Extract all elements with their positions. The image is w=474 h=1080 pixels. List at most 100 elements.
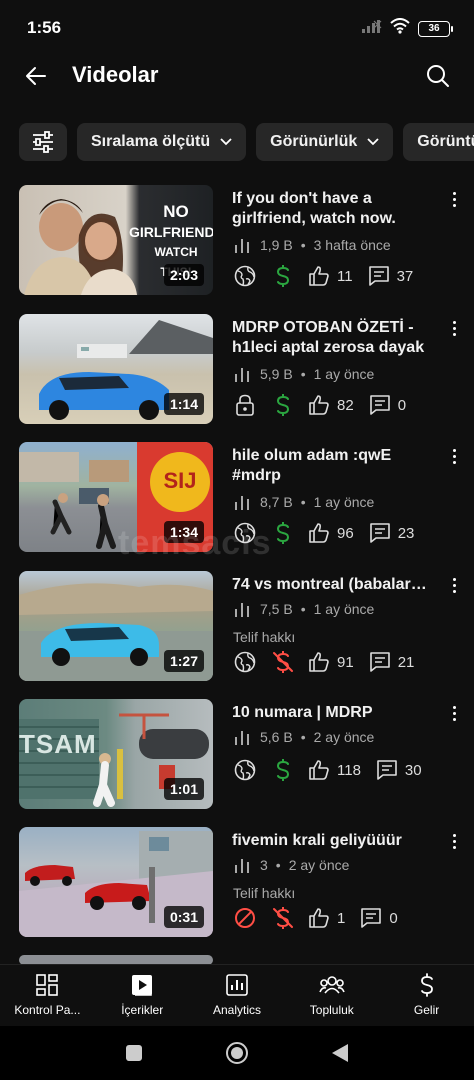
views-chip[interactable]: Görüntü <box>403 123 474 161</box>
more-options-button[interactable] <box>448 318 460 338</box>
video-stats: 5,6 B • 2 ay önce <box>234 729 374 745</box>
thumbnail-text: NO <box>163 202 189 221</box>
video-actions: 91 21 <box>233 650 428 674</box>
nav-label: İçerikler <box>121 1003 164 1017</box>
comments-icon <box>375 758 399 782</box>
more-options-button[interactable] <box>448 189 460 209</box>
video-thumbnail[interactable]: 1:14 <box>19 314 213 424</box>
monetization-on-icon <box>271 758 295 782</box>
filter-bar: Sıralama ölçütü Görünürlük Görüntü <box>19 123 474 161</box>
video-views: 5,6 B <box>260 729 293 745</box>
video-views: 3 <box>260 857 268 873</box>
nav-label: Gelir <box>413 1003 440 1017</box>
video-thumbnail[interactable]: 0:31 <box>19 827 213 937</box>
signal-icon <box>362 19 382 38</box>
monetization-off-icon <box>271 650 295 674</box>
video-duration: 1:01 <box>163 778 204 800</box>
nav-dashboard[interactable]: Kontrol Pa... <box>0 965 95 1026</box>
battery-icon: 36 <box>418 20 453 37</box>
video-comments: 0 <box>397 396 407 414</box>
video-title[interactable]: hile olum adam :qwE #mdrp <box>232 446 432 486</box>
video-views: 8,7 B <box>260 494 293 510</box>
video-views: 7,5 B <box>260 601 293 617</box>
nav-content[interactable]: İçerikler <box>95 965 190 1026</box>
video-title[interactable]: MDRP OTOBAN ÖZETİ - h1leci aptal zerosa … <box>232 318 432 358</box>
video-row[interactable]: TSAM 1:01 10 numara | MDRP 5,6 B • 2 ay ön… <box>0 699 474 809</box>
wifi-icon <box>390 18 410 39</box>
more-options-button[interactable] <box>448 831 460 851</box>
video-comments: 37 <box>396 267 414 285</box>
video-title[interactable]: 74 vs montreal (babalardan <box>232 575 432 595</box>
video-thumbnail[interactable]: NO GIRLFRIEND? WATCH THIS! 2:03 <box>19 185 213 295</box>
video-duration: 1:27 <box>163 650 204 672</box>
video-row[interactable]: 0:31 fivemin krali geliyüüür 3 • 2 ay önce… <box>0 827 474 937</box>
video-thumbnail[interactable]: 1:27 <box>19 571 213 681</box>
video-row[interactable]: 1:14 MDRP OTOBAN ÖZETİ - h1leci aptal ze… <box>0 314 474 424</box>
back-button[interactable] <box>20 60 52 92</box>
video-likes: 82 <box>337 396 354 414</box>
sliders-icon <box>33 131 53 153</box>
video-thumbnail[interactable]: TSAM 1:01 <box>19 699 213 809</box>
video-duration: 1:14 <box>163 393 204 415</box>
video-stats: 8,7 B • 1 ay önce <box>234 494 374 510</box>
back-arrow-icon <box>26 67 46 85</box>
video-title[interactable]: fivemin krali geliyüüür <box>232 831 432 851</box>
thumbs-up-icon <box>307 521 331 545</box>
community-icon <box>319 976 345 994</box>
video-title[interactable]: If you don't have a girlfriend, watch no… <box>232 189 432 229</box>
nav-analytics[interactable]: Analytics <box>190 965 285 1026</box>
comments-icon <box>367 264 391 288</box>
nav-community[interactable]: Topluluk <box>284 965 379 1026</box>
sort-chip[interactable]: Sıralama ölçütü <box>77 123 247 161</box>
comments-icon <box>368 650 392 674</box>
nav-label: Topluluk <box>309 1003 354 1017</box>
thumbnail-text: SIJ <box>163 468 197 493</box>
chevron-down-icon <box>220 138 232 146</box>
video-row[interactable]: 1:27 74 vs montreal (babalardan 7,5 B • 1 … <box>0 571 474 681</box>
thumbs-up-icon <box>307 393 331 417</box>
watermark: temsacis <box>118 524 272 562</box>
chevron-down-icon <box>367 138 379 146</box>
monetization-on-icon <box>271 393 295 417</box>
status-time: 1:56 <box>27 18 62 37</box>
globe-icon <box>233 264 257 288</box>
video-age: 2 ay önce <box>288 857 350 873</box>
analytics-icon <box>226 974 248 996</box>
video-title[interactable]: 10 numara | MDRP <box>232 703 432 723</box>
monetization-on-icon <box>271 264 295 288</box>
video-likes: 118 <box>337 761 361 779</box>
views-bars-icon <box>235 239 249 253</box>
system-nav-bar <box>0 1026 474 1080</box>
thumbs-up-icon <box>307 758 331 782</box>
nav-earn[interactable]: Gelir <box>379 965 474 1026</box>
views-chip-label: Görüntü <box>417 133 474 150</box>
dashboard-icon <box>36 974 59 996</box>
more-options-button[interactable] <box>448 703 460 723</box>
video-likes: 96 <box>337 524 354 542</box>
triangle-back-icon <box>332 1044 348 1062</box>
video-stats: 3 • 2 ay önce <box>234 857 349 873</box>
globe-icon <box>233 650 257 674</box>
nav-label: Kontrol Pa... <box>14 1003 81 1017</box>
recents-button[interactable] <box>122 1041 146 1065</box>
video-likes: 91 <box>337 653 354 671</box>
more-options-button[interactable] <box>448 446 460 466</box>
filter-settings-chip[interactable] <box>19 123 67 161</box>
video-comments: 23 <box>397 524 415 542</box>
copyright-notice[interactable]: Telif hakkı <box>233 629 295 645</box>
video-likes: 1 <box>337 909 346 927</box>
visibility-chip[interactable]: Görünürlük <box>256 123 394 161</box>
square-icon <box>126 1045 142 1061</box>
video-stats: 7,5 B • 1 ay önce <box>234 601 374 617</box>
search-button[interactable] <box>422 60 454 92</box>
more-options-button[interactable] <box>448 575 460 595</box>
system-back-button[interactable] <box>328 1041 352 1065</box>
copyright-notice[interactable]: Telif hakkı <box>233 885 295 901</box>
comments-icon <box>368 393 392 417</box>
home-button[interactable] <box>225 1041 249 1065</box>
views-bars-icon <box>235 603 249 617</box>
page-title: Videolar <box>72 62 159 87</box>
video-row[interactable]: NO GIRLFRIEND? WATCH THIS! 2:03 If you d… <box>0 185 474 295</box>
video-views: 1,9 B <box>260 237 293 253</box>
video-comments: 0 <box>389 909 398 927</box>
